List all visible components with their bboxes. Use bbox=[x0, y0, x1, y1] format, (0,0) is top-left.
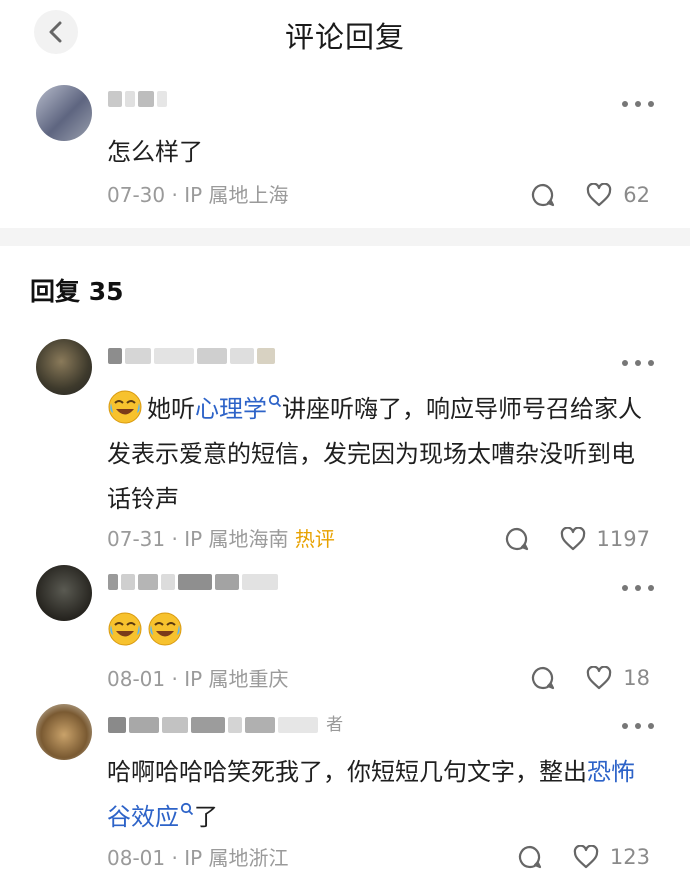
search-link-icon[interactable] bbox=[180, 802, 194, 816]
text-segment: 哈啊哈哈哈笑死我了，你短短几句文字，整出 bbox=[107, 758, 587, 786]
comment-actions: 62 bbox=[530, 180, 650, 210]
like-count: 18 bbox=[623, 666, 650, 690]
separator-dot: · bbox=[171, 846, 185, 870]
heart-icon[interactable] bbox=[573, 845, 599, 869]
comment-bubble-icon[interactable] bbox=[530, 182, 556, 208]
comment-text: 怎么样了 bbox=[107, 138, 203, 166]
comment-date: 07-31 bbox=[107, 527, 166, 551]
avatar[interactable] bbox=[36, 339, 92, 395]
crying-laugh-emoji bbox=[108, 612, 142, 646]
comment-meta: 07-31 · IP 属地海南 热评 bbox=[107, 525, 335, 553]
comment-text bbox=[107, 609, 657, 654]
separator-dot: · bbox=[171, 667, 185, 691]
more-options-button[interactable] bbox=[622, 358, 654, 368]
avatar[interactable] bbox=[36, 85, 92, 141]
hot-badge: 热评 bbox=[294, 527, 335, 551]
top-bar: 评论回复 bbox=[0, 0, 690, 66]
ip-location: IP 属地上海 bbox=[184, 183, 289, 207]
topic-link[interactable]: 心理学 bbox=[195, 395, 267, 423]
more-options-button[interactable] bbox=[622, 721, 654, 731]
comment-date: 07-30 bbox=[107, 183, 166, 207]
separator-dot: · bbox=[171, 183, 185, 207]
separator-dot: · bbox=[171, 527, 185, 551]
comment-actions: 123 bbox=[517, 842, 650, 872]
username-blurred[interactable] bbox=[108, 345, 278, 367]
comment-bubble-icon[interactable] bbox=[504, 526, 530, 552]
avatar[interactable] bbox=[36, 565, 92, 621]
avatar[interactable] bbox=[36, 704, 92, 760]
heart-icon[interactable] bbox=[560, 527, 586, 551]
comment-actions: 18 bbox=[530, 663, 650, 693]
username-blurred[interactable] bbox=[108, 88, 170, 110]
comment-bubble-icon[interactable] bbox=[517, 844, 543, 870]
page-title: 评论回复 bbox=[284, 20, 405, 54]
ip-location: IP 属地海南 bbox=[184, 527, 289, 551]
heart-icon[interactable] bbox=[586, 183, 612, 207]
reply-item: 她听心理学 讲座听嗨了，响应导师号召给家人发表示爱意的短信，发完因为现场太嘈杂没听… bbox=[0, 335, 690, 560]
comment-bubble-icon[interactable] bbox=[530, 665, 556, 691]
more-options-button[interactable] bbox=[622, 583, 654, 593]
crying-laugh-emoji bbox=[148, 612, 182, 646]
search-link-icon[interactable] bbox=[268, 394, 282, 408]
comment-date: 08-01 bbox=[107, 667, 166, 691]
ip-location: IP 属地重庆 bbox=[184, 667, 289, 691]
comment-text: 哈啊哈哈哈笑死我了，你短短几句文字，整出恐怖谷效应了 bbox=[107, 750, 657, 840]
name-suffix: 者 bbox=[326, 715, 344, 735]
root-comment: 怎么样了 07-30 · IP 属地上海 62 bbox=[0, 80, 690, 220]
comment-meta: 08-01 · IP 属地重庆 bbox=[107, 665, 289, 693]
username-blurred[interactable]: 者 bbox=[108, 714, 346, 736]
crying-laugh-emoji bbox=[108, 390, 142, 424]
text-segment: 她听 bbox=[147, 395, 195, 423]
reply-item: 者 哈啊哈哈哈笑死我了，你短短几句文字，整出恐怖谷效应了 08-01 · IP … bbox=[0, 702, 690, 882]
heart-icon[interactable] bbox=[586, 666, 612, 690]
more-options-button[interactable] bbox=[622, 99, 654, 109]
comment-meta: 08-01 · IP 属地浙江 bbox=[107, 844, 289, 872]
comment-text: 她听心理学 讲座听嗨了，响应导师号召给家人发表示爱意的短信，发完因为现场太嘈杂没听… bbox=[107, 387, 657, 522]
ip-location: IP 属地浙江 bbox=[184, 846, 289, 870]
like-count: 1197 bbox=[596, 527, 650, 551]
section-divider bbox=[0, 228, 690, 246]
comment-date: 08-01 bbox=[107, 846, 166, 870]
like-count: 123 bbox=[609, 845, 650, 869]
username-blurred[interactable] bbox=[108, 571, 281, 593]
like-count: 62 bbox=[623, 183, 650, 207]
comment-meta: 07-30 · IP 属地上海 bbox=[107, 181, 289, 209]
comment-actions: 1197 bbox=[504, 524, 650, 554]
replies-count-heading: 回复 35 bbox=[30, 277, 124, 306]
text-segment: 了 bbox=[194, 803, 218, 831]
reply-item: 08-01 · IP 属地重庆 18 bbox=[0, 565, 690, 695]
